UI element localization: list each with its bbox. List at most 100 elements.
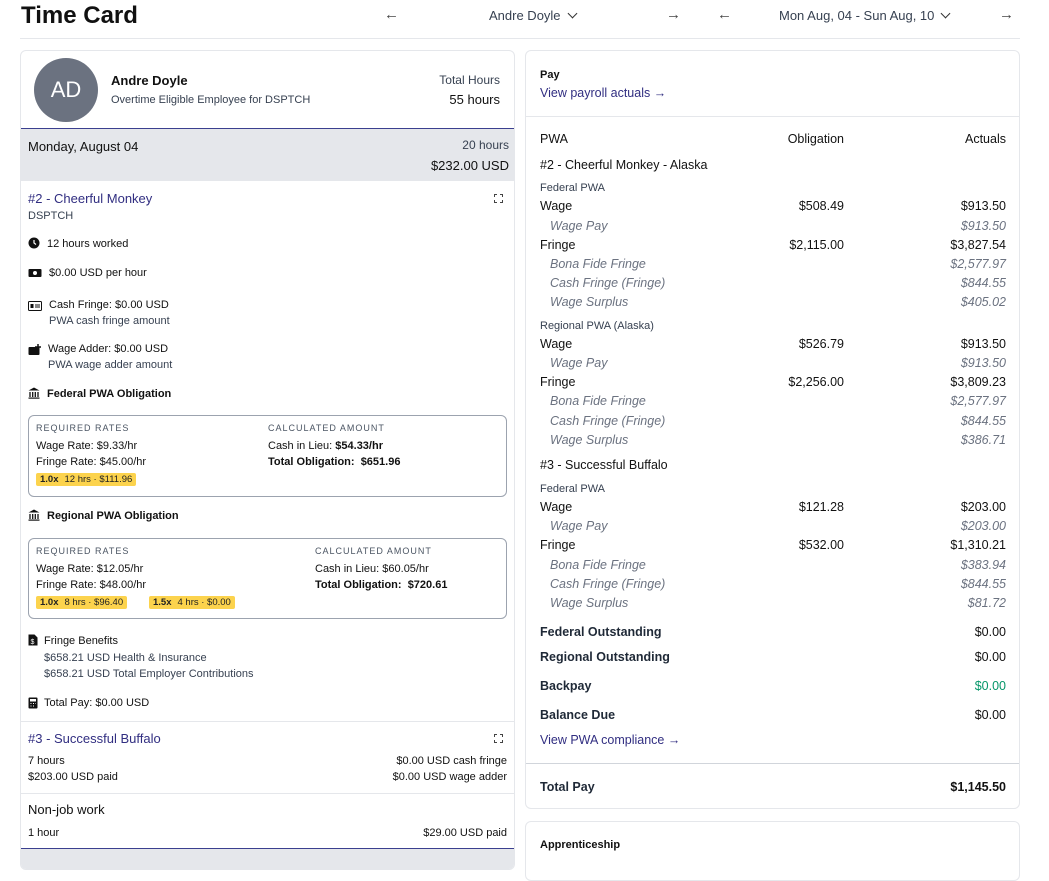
- prev-employee-arrow-icon[interactable]: ←: [384, 6, 399, 23]
- federal-outstanding-label: Federal Outstanding: [540, 625, 662, 639]
- regional-outstanding-label: Regional Outstanding: [540, 650, 670, 664]
- fringe-label: Fringe: [540, 375, 576, 389]
- col-actuals: Actuals: [965, 132, 1006, 146]
- divider: [21, 721, 514, 722]
- wage-obligation: $508.49: [798, 199, 844, 213]
- avatar: AD: [34, 58, 98, 122]
- calculated-amount-label: CALCULATED AMOUNT: [315, 546, 432, 556]
- pwa-job-title: #3 - Successful Buffalo: [540, 458, 668, 472]
- wage-adder: Wage Adder: $0.00 USD: [48, 343, 169, 355]
- cash-fringe-icon: [28, 301, 42, 311]
- next-week-arrow-icon[interactable]: →: [999, 6, 1014, 23]
- prev-week-arrow-icon[interactable]: ←: [717, 6, 732, 23]
- wage-pay-actual: $913.50: [960, 356, 1006, 370]
- bona-fide-label: Bona Fide Fringe: [550, 257, 646, 271]
- rate-badge: 1.5x 4 hrs · $0.00: [149, 596, 235, 609]
- federal-obligation-box: REQUIRED RATES CALCULATED AMOUNT Wage Ra…: [28, 415, 507, 497]
- cash-fringe-actual: $844.55: [960, 414, 1006, 428]
- job-code: DSPTCH: [28, 210, 74, 222]
- expand-icon[interactable]: [494, 194, 503, 203]
- page-title: Time Card: [21, 2, 138, 29]
- arrow-right-icon: →: [667, 733, 681, 747]
- fringe-rate-label: Fringe Rate:: [36, 579, 97, 591]
- wage-surplus-actual: $405.02: [960, 295, 1006, 309]
- cash-fringe-actual: $844.55: [960, 577, 1006, 591]
- job-title-link[interactable]: #2 - Cheerful Monkey: [28, 191, 152, 206]
- federal-outstanding-value: $0.00: [974, 625, 1006, 639]
- regional-outstanding-value: $0.00: [974, 650, 1006, 664]
- chevron-down-icon: [567, 8, 577, 19]
- wage-surplus-actual: $386.71: [960, 433, 1006, 447]
- wage-rate-label: Wage Rate:: [36, 440, 94, 452]
- pwa-section-label: Federal PWA: [540, 182, 606, 194]
- chevron-down-icon: [940, 8, 951, 19]
- fringe-rate-value: $48.00/hr: [99, 579, 147, 591]
- divider: [21, 793, 514, 794]
- fringe-label: Fringe: [540, 538, 576, 552]
- divider: [526, 763, 1019, 764]
- cash-fringe-label: Cash Fringe (Fringe): [550, 577, 666, 591]
- wage-pay-actual: $913.50: [960, 219, 1006, 233]
- wage-rate-value: $9.33/hr: [96, 440, 138, 452]
- wage-rate-value: $12.05/hr: [96, 563, 144, 575]
- cash-fringe-label: Cash Fringe (Fringe): [550, 414, 666, 428]
- pwa-job-title: #2 - Cheerful Monkey - Alaska: [540, 158, 708, 172]
- backpay-value: $0.00: [974, 679, 1006, 693]
- day-hours: 20 hours: [462, 138, 509, 152]
- rate-badge: 1.0x 8 hrs · $96.40: [36, 596, 128, 609]
- day-amount: $232.00 USD: [430, 158, 509, 173]
- week-select[interactable]: Mon Aug, 04 - Sun Aug, 10: [779, 8, 951, 23]
- fringe-actual: $3,827.54: [950, 238, 1006, 252]
- wage-pay-label: Wage Pay: [550, 356, 608, 370]
- balance-due-label: Balance Due: [540, 708, 616, 722]
- col-pwa: PWA: [540, 132, 569, 146]
- employee-select[interactable]: Andre Doyle: [489, 8, 577, 23]
- employee-name: Andre Doyle: [111, 73, 188, 88]
- pwa-section-label: Federal PWA: [540, 483, 606, 495]
- bona-fide-actual: $2,577.97: [950, 257, 1006, 271]
- fringe-rate-label: Fringe Rate:: [36, 456, 97, 468]
- total-hours-value: 55 hours: [449, 92, 500, 107]
- rate-badge: 1.0x 12 hrs · $111.96: [36, 473, 137, 486]
- nonjob-hours: 1 hour: [28, 827, 60, 839]
- wage-adder-sub: PWA wage adder amount: [48, 359, 173, 371]
- view-pwa-compliance-link[interactable]: View PWA compliance →: [540, 733, 680, 747]
- apprenticeship-heading: Apprenticeship: [540, 839, 621, 851]
- wage-surplus-label: Wage Surplus: [550, 295, 629, 309]
- total-obligation-label: Total Obligation:: [315, 579, 402, 591]
- cash-fringe: Cash Fringe: $0.00 USD: [49, 299, 169, 311]
- expand-icon[interactable]: [494, 734, 503, 743]
- wage-adder-icon: [28, 344, 41, 355]
- top-bar: Time Card ← Andre Doyle → ← Mon Aug, 04 …: [0, 0, 1049, 38]
- cash-in-lieu-value: $60.05/hr: [382, 563, 429, 575]
- next-employee-arrow-icon[interactable]: →: [666, 6, 681, 23]
- fringe-label: Fringe: [540, 238, 576, 252]
- view-payroll-actuals-link[interactable]: View payroll actuals →: [540, 86, 666, 100]
- wage-pay-actual: $203.00: [960, 519, 1006, 533]
- required-rates-label: REQUIRED RATES: [36, 423, 130, 433]
- required-rates-label: REQUIRED RATES: [36, 546, 130, 556]
- divider: [526, 116, 1019, 117]
- fringe-actual: $1,310.21: [950, 538, 1006, 552]
- fringe-benefits-heading: Fringe Benefits: [44, 635, 118, 647]
- week-select-label: Mon Aug, 04 - Sun Aug, 10: [779, 8, 935, 23]
- apprenticeship-panel: Apprenticeship: [525, 821, 1020, 881]
- arrow-right-icon: →: [653, 86, 667, 100]
- regional-obligation-box: REQUIRED RATES CALCULATED AMOUNT Wage Ra…: [28, 538, 507, 619]
- job-hours: 7 hours: [28, 755, 65, 767]
- wage-obligation: $121.28: [798, 500, 844, 514]
- employee-select-label: Andre Doyle: [489, 8, 561, 23]
- day-header[interactable]: Monday, August 04 20 hours $232.00 USD: [21, 128, 514, 181]
- cash-in-lieu-label: Cash in Lieu:: [268, 440, 333, 452]
- clock-icon: [28, 237, 40, 249]
- fringe-obligation: $2,256.00: [788, 375, 844, 389]
- calculator-icon: [28, 697, 38, 709]
- wage-surplus-label: Wage Surplus: [550, 433, 629, 447]
- fringe-document-icon: $: [28, 634, 38, 646]
- cash-fringe-actual: $844.55: [960, 276, 1006, 290]
- job-title-link[interactable]: #3 - Successful Buffalo: [28, 731, 161, 746]
- next-day-header[interactable]: [21, 848, 514, 869]
- total-pay-value: $1,145.50: [950, 780, 1006, 794]
- wage-label: Wage: [540, 337, 573, 351]
- wage-actual: $203.00: [960, 500, 1006, 514]
